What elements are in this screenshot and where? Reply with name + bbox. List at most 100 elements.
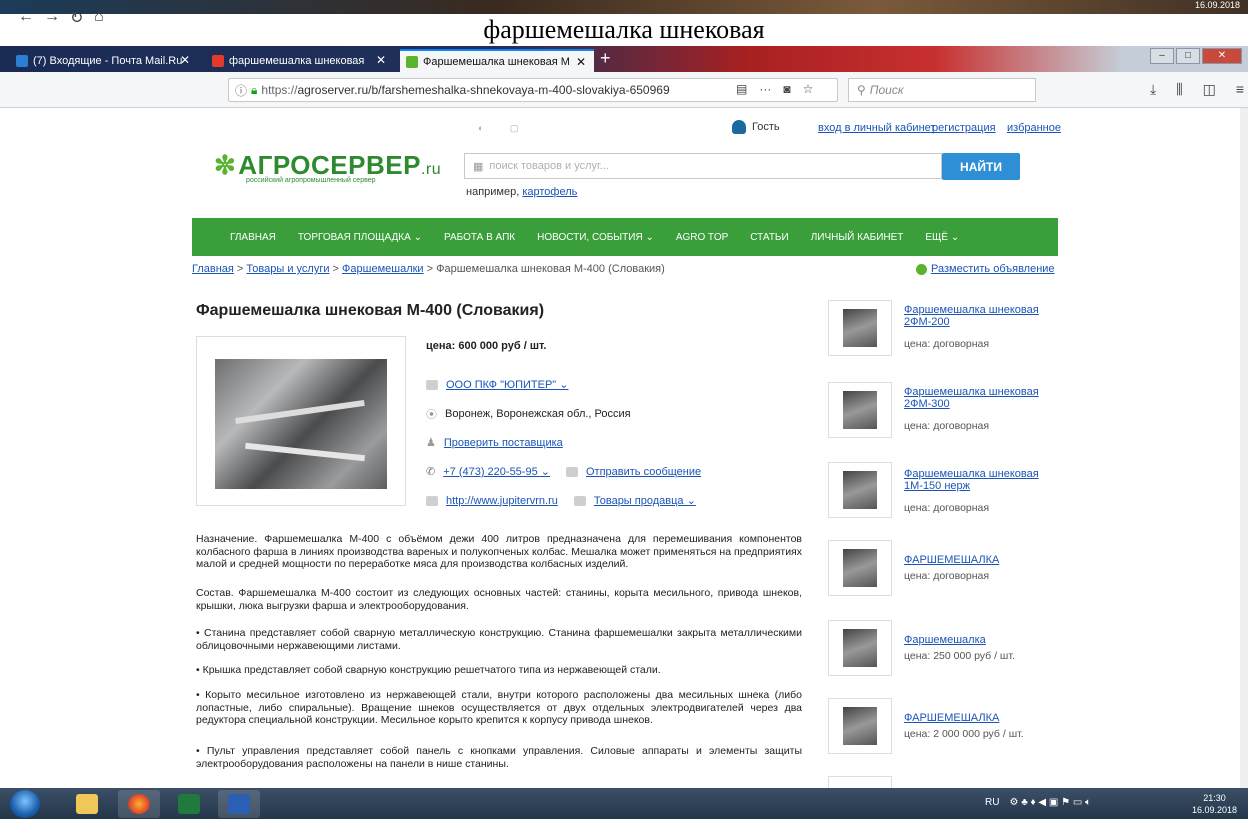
nav-more[interactable]: ЕЩЁ ⌄ bbox=[925, 232, 959, 243]
related-item[interactable] bbox=[828, 776, 1068, 788]
taskbar-word[interactable] bbox=[218, 790, 260, 818]
related-title[interactable]: Фаршемешалка bbox=[904, 634, 1054, 646]
description-paragraph: • Крышка представляет собой сварную конс… bbox=[196, 664, 661, 676]
nav-articles[interactable]: СТАТЬИ bbox=[750, 232, 788, 243]
location-row: ⦿ Воронеж, Воронежская обл., Россия bbox=[426, 406, 631, 422]
send-message-link[interactable]: Отправить сообщение bbox=[586, 466, 701, 478]
bookmark-star-icon[interactable]: ☆ bbox=[803, 82, 814, 96]
taskbar-explorer[interactable] bbox=[66, 790, 108, 818]
description-paragraph: • Корыто месильное изготовлено из нержав… bbox=[196, 689, 802, 726]
forward-icon[interactable]: → bbox=[44, 8, 60, 26]
url-text: agroserver.ru/b/farshemeshalka-shnekovay… bbox=[297, 83, 670, 97]
tray-icons[interactable]: ⚙ ♣ ♦ ◀ ▣ ⚑ ▭ 🔈︎ bbox=[1009, 797, 1091, 808]
company-link[interactable]: ООО ПКФ "ЮПИТЕР" ⌄ bbox=[446, 378, 568, 391]
related-thumbnail[interactable] bbox=[828, 462, 892, 518]
nav-jobs[interactable]: РАБОТА В АПК bbox=[444, 232, 515, 243]
page-caption: фаршемешалка шнековая bbox=[483, 15, 765, 44]
example-link[interactable]: картофель bbox=[522, 186, 577, 198]
reader-view-icon[interactable]: ▤ bbox=[736, 82, 747, 96]
related-item[interactable]: Фаршемешалка шнековая 2ФМ-200 цена: дого… bbox=[828, 300, 1068, 358]
website-link[interactable]: http://www.jupitervrn.ru bbox=[446, 495, 558, 507]
accessibility-icons[interactable]: ◐ ▢ bbox=[478, 123, 530, 134]
tab-label: фаршемешалка шнековая bbox=[229, 54, 365, 67]
related-thumbnail[interactable] bbox=[828, 382, 892, 438]
taskbar-firefox[interactable] bbox=[118, 790, 160, 818]
page-title: Фаршемешалка шнековая М-400 (Словакия) bbox=[196, 302, 545, 319]
taskbar-excel[interactable] bbox=[168, 790, 210, 818]
plus-icon bbox=[916, 263, 927, 275]
library-icon[interactable]: ⫼ bbox=[1176, 81, 1182, 98]
related-item[interactable]: Фаршемешалка шнековая 2ФМ-300 цена: дого… bbox=[828, 382, 1068, 440]
nav-news[interactable]: НОВОСТИ, СОБЫТИЯ ⌄ bbox=[537, 232, 654, 243]
nav-cabinet[interactable]: ЛИЧНЫЙ КАБИНЕТ bbox=[811, 232, 904, 243]
breadcrumb-home[interactable]: Главная bbox=[192, 263, 234, 275]
seller-goods-link[interactable]: Товары продавца ⌄ bbox=[594, 494, 696, 507]
phone-link[interactable]: +7 (473) 220-55-95 ⌄ bbox=[443, 465, 550, 478]
nav-marketplace[interactable]: ТОРГОВАЯ ПЛОЩАДКА ⌄ bbox=[298, 232, 422, 243]
favorites-link[interactable]: избранное bbox=[1007, 122, 1061, 134]
new-tab-button[interactable]: + bbox=[600, 48, 611, 69]
related-thumbnail[interactable] bbox=[828, 698, 892, 754]
site-search-input[interactable]: ▦ поиск товаров и услуг... bbox=[464, 153, 942, 179]
related-title[interactable]: ФАРШЕМЕШАЛКА bbox=[904, 712, 1054, 724]
related-thumbnail[interactable] bbox=[828, 620, 892, 676]
user-bar: Гость bbox=[732, 120, 780, 134]
folder-icon bbox=[76, 794, 98, 814]
company-row: ООО ПКФ "ЮПИТЕР" ⌄ bbox=[426, 378, 568, 391]
maximize-button[interactable]: □ bbox=[1176, 48, 1200, 64]
breadcrumb-goods[interactable]: Товары и услуги bbox=[246, 263, 329, 275]
sidebar-icon[interactable]: ◫ bbox=[1203, 81, 1216, 98]
related-title[interactable]: ФАРШЕМЕШАЛКА bbox=[904, 554, 1054, 566]
language-indicator[interactable]: RU bbox=[985, 797, 999, 808]
excel-icon bbox=[178, 794, 200, 814]
close-tab-icon[interactable]: ✕ bbox=[180, 53, 190, 67]
related-thumbnail[interactable] bbox=[828, 300, 892, 356]
close-window-button[interactable]: ✕ bbox=[1202, 48, 1242, 64]
related-thumbnail[interactable] bbox=[828, 776, 892, 788]
start-button[interactable] bbox=[10, 790, 40, 818]
post-ad-link[interactable]: Разместить объявление bbox=[916, 263, 1055, 275]
related-item[interactable]: ФАРШЕМЕШАЛКА цена: договорная bbox=[828, 540, 1068, 598]
lock-icon: 🔒︎ bbox=[251, 82, 258, 97]
minimize-button[interactable]: – bbox=[1150, 48, 1174, 64]
page-scrollbar[interactable] bbox=[1240, 108, 1248, 788]
login-link[interactable]: вход в личный кабинет bbox=[818, 122, 935, 134]
back-icon[interactable]: ← bbox=[18, 8, 34, 26]
related-photo bbox=[843, 629, 877, 667]
menu-icon[interactable]: ≡ bbox=[1236, 81, 1244, 98]
close-tab-icon[interactable]: ✕ bbox=[376, 53, 386, 67]
more-icon[interactable]: ··· bbox=[759, 82, 771, 96]
register-link[interactable]: регистрация bbox=[932, 122, 996, 134]
site-logo[interactable]: ✼АГРОСЕРВЕР.ru российский агропромышленн… bbox=[214, 150, 441, 184]
info-icon[interactable]: ⓘ bbox=[235, 82, 247, 99]
nav-agro-top[interactable]: AGRO TOP bbox=[676, 232, 728, 243]
post-ad-label: Разместить объявление bbox=[931, 263, 1055, 275]
product-image[interactable] bbox=[196, 336, 406, 506]
related-item[interactable]: ФАРШЕМЕШАЛКА цена: 2 000 000 руб / шт. bbox=[828, 698, 1068, 756]
pocket-icon[interactable]: ◙ bbox=[783, 82, 790, 96]
check-supplier-link[interactable]: Проверить поставщика bbox=[444, 437, 563, 449]
find-button[interactable]: НАЙТИ bbox=[942, 153, 1020, 180]
tab-product[interactable]: Фаршемешалка шнековая М ✕ bbox=[400, 49, 594, 72]
related-thumbnail[interactable] bbox=[828, 540, 892, 596]
nav-home[interactable]: ГЛАВНАЯ bbox=[230, 232, 276, 243]
home-icon[interactable]: ⌂ bbox=[94, 8, 104, 26]
tab-mail[interactable]: (7) Входящие - Почта Mail.Ru ✕ bbox=[10, 49, 198, 72]
related-item[interactable]: Фаршемешалка цена: 250 000 руб / шт. bbox=[828, 620, 1068, 678]
related-title[interactable]: Фаршемешалка шнековая 2ФМ-200 bbox=[904, 304, 1054, 328]
word-icon bbox=[228, 794, 250, 814]
breadcrumb-category[interactable]: Фаршемешалки bbox=[342, 263, 424, 275]
reload-icon[interactable]: ↻ bbox=[70, 8, 83, 28]
related-photo bbox=[843, 549, 877, 587]
taskbar-clock[interactable]: 21:30 16.09.2018 bbox=[1192, 792, 1237, 816]
logo-snowflake-icon: ✼ bbox=[214, 150, 237, 180]
tab-search[interactable]: фаршемешалка шнековая ✕ bbox=[206, 49, 394, 72]
related-item[interactable]: Фаршемешалка шнековая 1М-150 нерж цена: … bbox=[828, 462, 1068, 520]
close-tab-icon[interactable]: ✕ bbox=[576, 55, 586, 69]
download-icon[interactable]: ⤓ bbox=[1150, 81, 1156, 98]
browser-search-input[interactable]: ⚲ Поиск bbox=[848, 78, 1036, 102]
related-title[interactable]: Фаршемешалка шнековая 1М-150 нерж bbox=[904, 468, 1054, 492]
search-example: например, картофель bbox=[466, 186, 577, 198]
related-title[interactable]: Фаршемешалка шнековая 2ФМ-300 bbox=[904, 386, 1054, 410]
user-icon bbox=[732, 120, 746, 134]
